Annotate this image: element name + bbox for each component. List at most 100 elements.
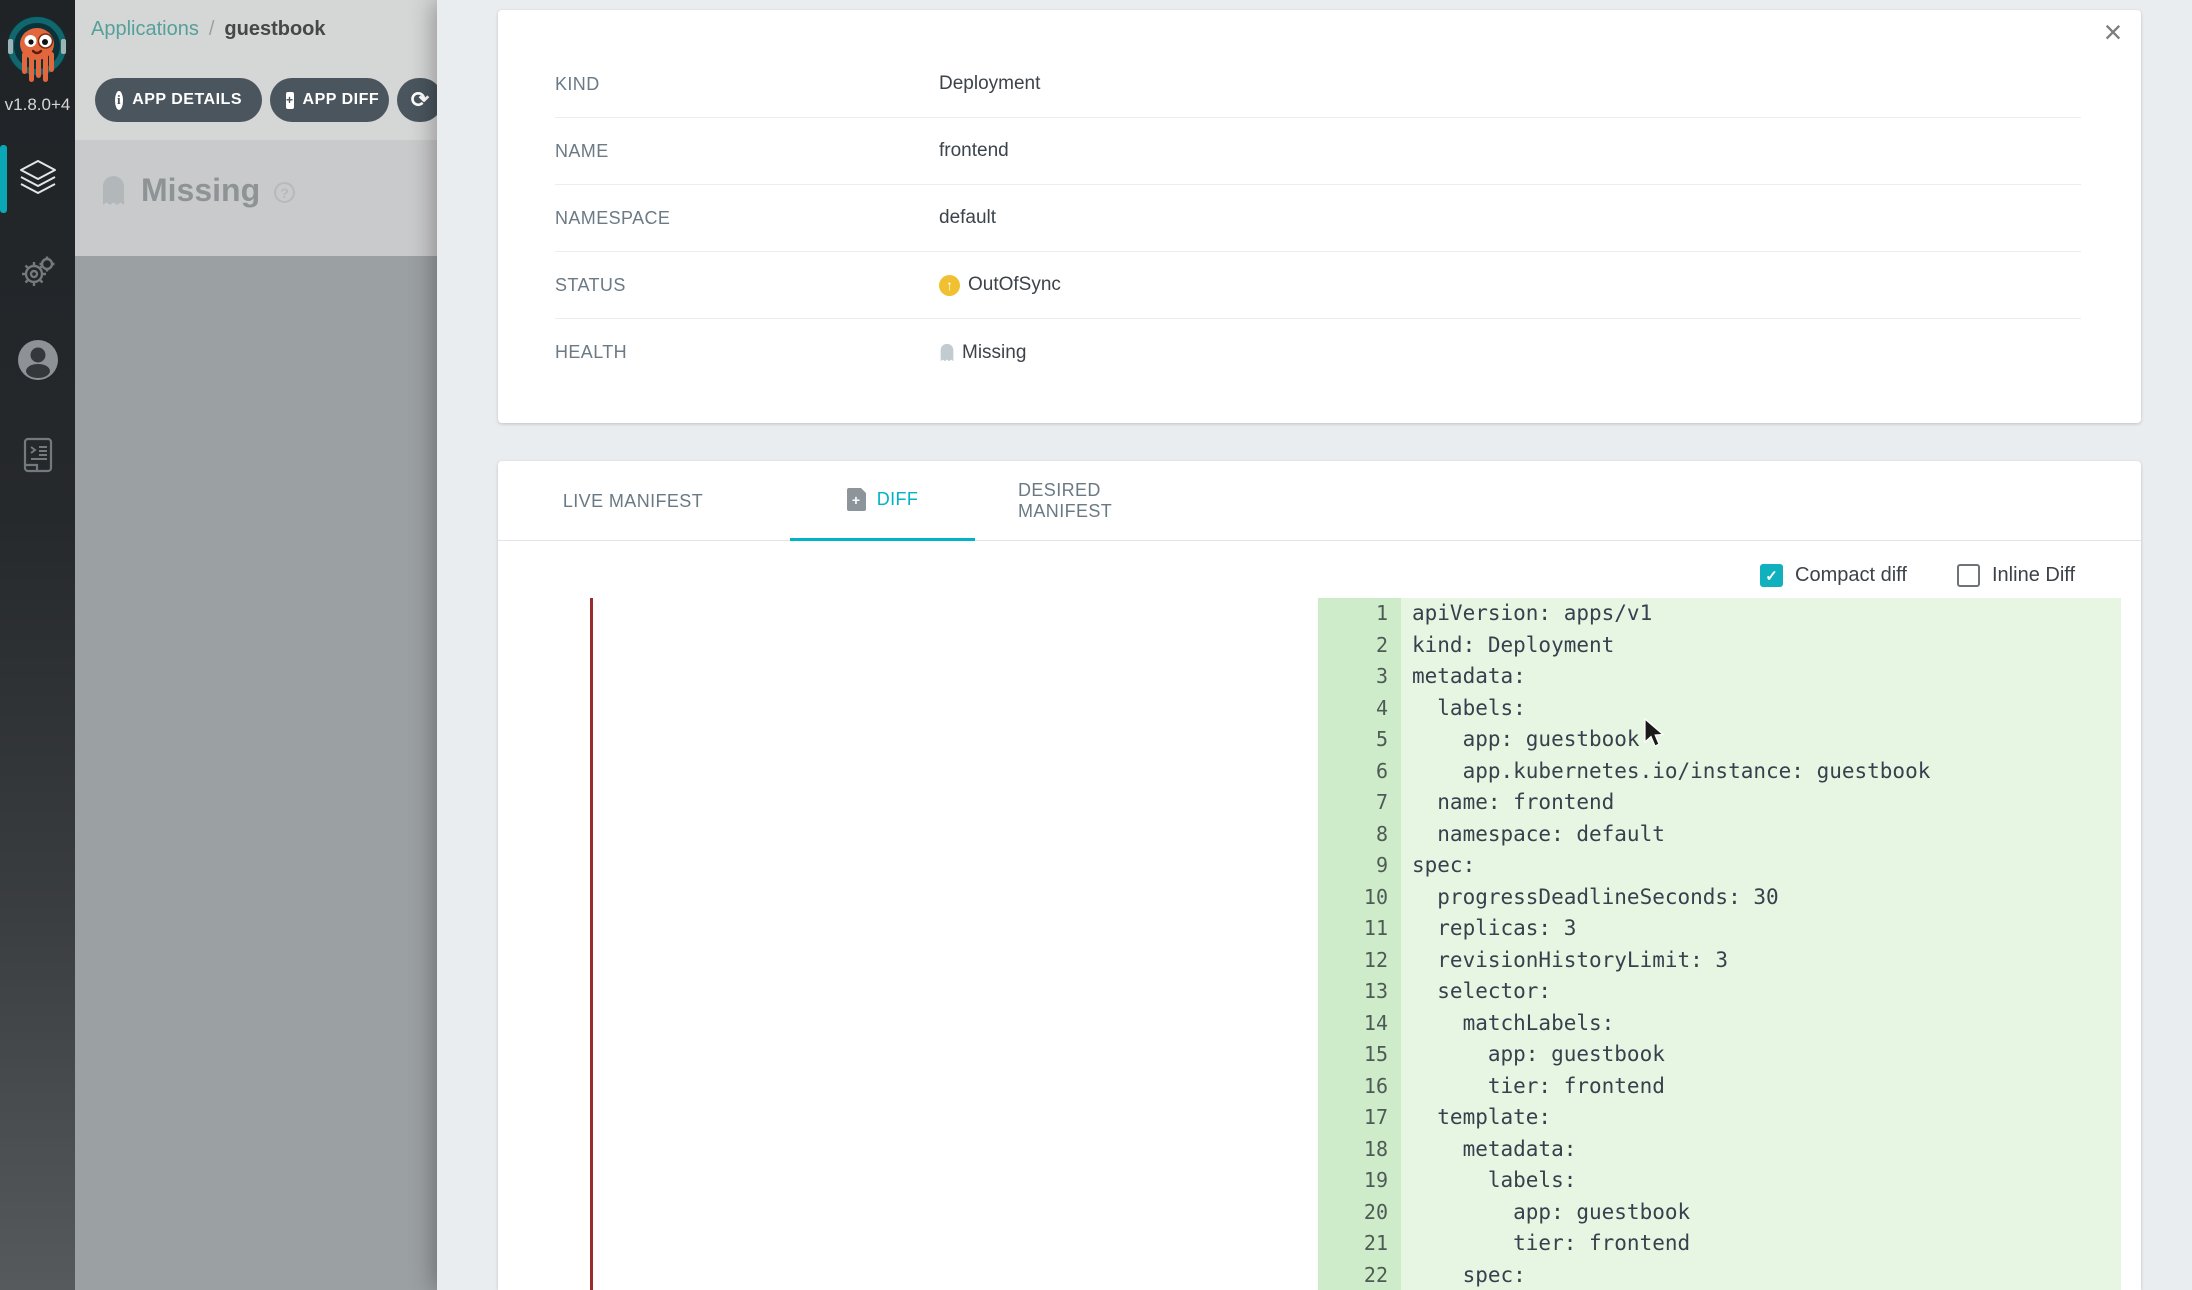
option-inline-diff[interactable]: Inline Diff (1957, 564, 2075, 587)
diff-line: 10 progressDeadlineSeconds: 30 (1318, 882, 2121, 914)
page-content-dimmed (75, 256, 437, 1290)
option-compact-diff[interactable]: ✓ Compact diff (1760, 564, 1907, 587)
app-details-label: APP DETAILS (132, 91, 242, 109)
diff-line: 1apiVersion: apps/v1 (1318, 598, 2121, 630)
ghost-icon (939, 343, 955, 362)
summary-label: KIND (555, 74, 939, 95)
application-page-dimmed: Applications/guestbook i APP DETAILS + A… (75, 0, 437, 1290)
diff-line-number: 17 (1318, 1102, 1401, 1134)
app-diff-button[interactable]: + APP DIFF (270, 78, 389, 122)
diff-view: 1apiVersion: apps/v12kind: Deployment3me… (590, 598, 2121, 1290)
diff-pane-live-empty (590, 598, 1318, 1290)
diff-line-number: 5 (1318, 724, 1401, 756)
diff-line-number: 9 (1318, 850, 1401, 882)
app-toolbar: i APP DETAILS + APP DIFF ⟳ (75, 78, 437, 122)
diff-line-code: name: frontend (1401, 787, 2121, 819)
diff-line-code: spec: (1401, 1260, 2121, 1290)
summary-rows: KINDDeployment NAMEfrontend NAMESPACEdefau… (498, 51, 2141, 386)
breadcrumb-applications-link[interactable]: Applications (91, 18, 199, 40)
diff-line: 18 metadata: (1318, 1134, 2121, 1166)
sidebar-item-user-info[interactable] (17, 339, 59, 381)
argo-logo-icon (5, 8, 70, 88)
close-icon[interactable]: × (2095, 14, 2131, 50)
diff-line: 6 app.kubernetes.io/instance: guestbook (1318, 756, 2121, 788)
document-icon (20, 436, 56, 474)
active-nav-indicator (0, 145, 7, 213)
resource-slide-panel: × KINDDeployment NAMEfrontend NAMESPACEdef… (437, 0, 2192, 1290)
app-status-header: Missing ? (75, 140, 437, 256)
diff-line-code: template: (1401, 1102, 2121, 1134)
summary-value-text: Missing (962, 342, 1026, 364)
option-label: Inline Diff (1992, 564, 2075, 587)
sidebar-item-settings[interactable] (17, 251, 59, 293)
summary-value-text: Deployment (939, 73, 1040, 95)
diff-line: 2kind: Deployment (1318, 630, 2121, 662)
summary-row-namespace: NAMESPACEdefault (555, 185, 2081, 252)
diff-line-number: 12 (1318, 945, 1401, 977)
summary-label: HEALTH (555, 342, 939, 363)
tab-live-manifest[interactable]: LIVE MANIFEST (538, 461, 728, 541)
summary-value-text: frontend (939, 140, 1009, 162)
argocd-app-screen: v1.8.0+4 (0, 0, 2192, 1290)
summary-label: NAME (555, 141, 939, 162)
diff-line-number: 1 (1318, 598, 1401, 630)
diff-line-code: app: guestbook (1401, 724, 2121, 756)
sidebar-item-documentation[interactable] (17, 434, 59, 476)
tab-label: DESIRED MANIFEST (1018, 480, 1198, 522)
summary-value: frontend (939, 140, 1009, 162)
diff-line-code: replicas: 3 (1401, 913, 2121, 945)
summary-value: Deployment (939, 73, 1040, 95)
diff-line: 14 matchLabels: (1318, 1008, 2121, 1040)
diff-line-code: selector: (1401, 976, 2121, 1008)
diff-line-number: 6 (1318, 756, 1401, 788)
diff-line: 12 revisionHistoryLimit: 3 (1318, 945, 2121, 977)
layers-icon (18, 159, 58, 197)
argo-octopus-logo[interactable] (5, 8, 70, 88)
user-icon (17, 339, 59, 381)
diff-line-code: app.kubernetes.io/instance: guestbook (1401, 756, 2121, 788)
tab-diff[interactable]: +DIFF (790, 461, 975, 541)
info-circle-icon: i (115, 91, 123, 110)
top-bar: Applications/guestbook i APP DETAILS + A… (75, 0, 437, 140)
summary-value-text: OutOfSync (968, 274, 1061, 296)
checkbox-unchecked-icon[interactable] (1957, 564, 1980, 587)
diff-line-code: apiVersion: apps/v1 (1401, 598, 2121, 630)
manifest-tabbar: LIVE MANIFEST +DIFF DESIRED MANIFEST (498, 461, 2141, 541)
diff-line: 4 labels: (1318, 693, 2121, 725)
diff-line: 22 spec: (1318, 1260, 2121, 1290)
checkbox-checked-icon[interactable]: ✓ (1760, 564, 1783, 587)
app-details-button[interactable]: i APP DETAILS (95, 78, 262, 122)
diff-line: 11 replicas: 3 (1318, 913, 2121, 945)
diff-line-code: tier: frontend (1401, 1071, 2121, 1103)
diff-line-number: 14 (1318, 1008, 1401, 1040)
diff-line: 8 namespace: default (1318, 819, 2121, 851)
diff-line-number: 11 (1318, 913, 1401, 945)
help-icon[interactable]: ? (274, 182, 295, 203)
manifest-card: LIVE MANIFEST +DIFF DESIRED MANIFEST ✓ Comp… (498, 461, 2141, 1290)
diff-line: 20 app: guestbook (1318, 1197, 2121, 1229)
breadcrumb-separator: / (209, 18, 215, 40)
diff-line: 5 app: guestbook (1318, 724, 2121, 756)
diff-line-code: app: guestbook (1401, 1197, 2121, 1229)
diff-line-number: 7 (1318, 787, 1401, 819)
diff-line-code: metadata: (1401, 661, 2121, 693)
tab-desired-manifest[interactable]: DESIRED MANIFEST (1018, 461, 1198, 541)
resource-summary-card: × KINDDeployment NAMEfrontend NAMESPACEdef… (498, 10, 2141, 423)
option-label: Compact diff (1795, 564, 1907, 587)
sidebar: v1.8.0+4 (0, 0, 75, 1290)
diff-pane-added: 1apiVersion: apps/v12kind: Deployment3me… (1318, 598, 2121, 1290)
breadcrumb: Applications/guestbook (91, 18, 326, 41)
summary-row-health: HEALTH Missing (555, 319, 2081, 386)
file-plus-icon: + (847, 488, 866, 511)
diff-line-code: metadata: (1401, 1134, 2121, 1166)
diff-line-number: 19 (1318, 1165, 1401, 1197)
sidebar-item-applications[interactable] (17, 157, 59, 199)
diff-line-code: spec: (1401, 850, 2121, 882)
diff-line: 15 app: guestbook (1318, 1039, 2121, 1071)
diff-line: 3metadata: (1318, 661, 2121, 693)
app-diff-label: APP DIFF (303, 91, 380, 109)
diff-line-number: 16 (1318, 1071, 1401, 1103)
summary-label: STATUS (555, 275, 939, 296)
summary-value: ↑OutOfSync (939, 274, 1061, 296)
diff-line-code: matchLabels: (1401, 1008, 2121, 1040)
